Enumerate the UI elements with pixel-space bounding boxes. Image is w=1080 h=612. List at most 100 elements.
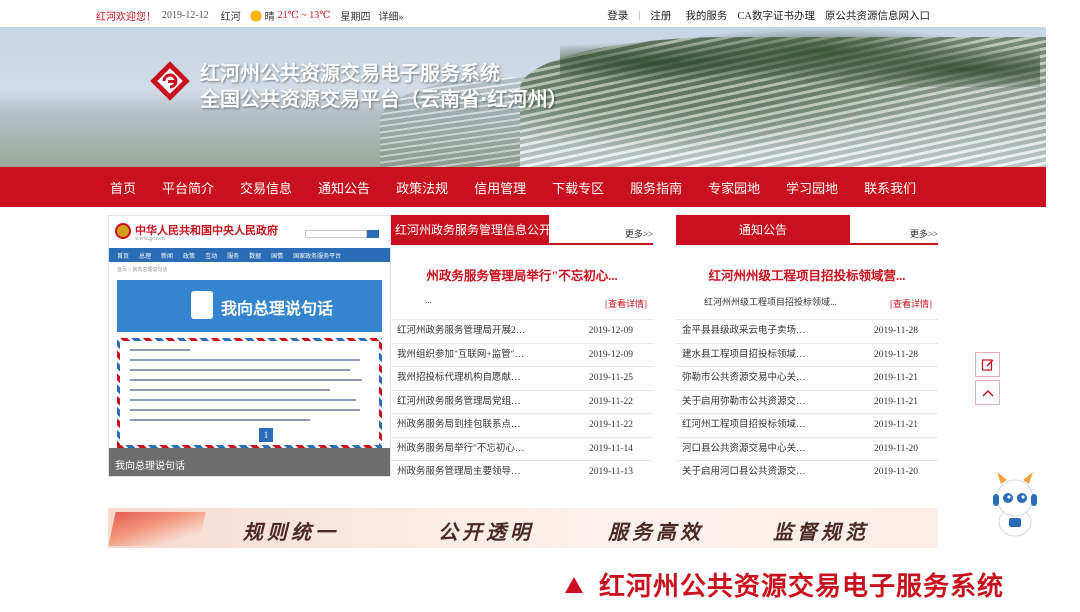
notice-view-detail[interactable]: [查看详情] <box>890 297 932 310</box>
nav-policies[interactable]: 政策法规 <box>396 178 448 197</box>
slogan-text: 监督规范 <box>773 520 869 544</box>
ca-certificate-link[interactable]: CA数字证书办理 <box>737 8 815 23</box>
gov-info-more-link[interactable]: 更多>> <box>625 227 653 240</box>
carousel-caption-text: 我向总理说句话 <box>115 461 185 472</box>
gov-info-list: 红河州政务服务管理局开展2… 2019-12-09 我州组织参加"互联网+监管"…… <box>391 319 653 484</box>
slogan-banner: 规则统一 公开透明 服务高效 监督规范 <box>108 508 938 548</box>
weather-text: 晴 <box>264 12 275 23</box>
notice-panel: 通知公告 更多>> 红河州州级工程项目招投标领域营... 红河州州级工程项目招投… <box>676 215 938 480</box>
list-item[interactable]: 金平县县级政采云电子卖场… 2019-11-28 <box>676 319 938 343</box>
nav-contact[interactable]: 联系我们 <box>864 178 916 197</box>
banner-title-line2: 全国公共资源交易平台（云南省·红河州） <box>200 87 568 111</box>
link-separator: | <box>638 10 641 21</box>
nav-platform-intro[interactable]: 平台简介 <box>162 178 214 197</box>
list-item[interactable]: 弥勒市公共资源交易中心关… 2019-11-21 <box>676 366 938 390</box>
temperature-text: 21℃ ~ 13℃ <box>277 10 331 21</box>
top-bar-info: 红河欢迎您！ 2019-12-12 红河 晴 21℃ ~ 13℃ 星期四 详细» <box>96 8 403 23</box>
gov-nav-item: 新闻 <box>161 253 174 260</box>
gov-info-tab[interactable]: 红河州政务服务管理信息公开 <box>391 215 551 245</box>
nav-downloads[interactable]: 下载专区 <box>552 178 604 197</box>
nav-notices[interactable]: 通知公告 <box>318 178 370 197</box>
carousel-page-3[interactable]: 3 <box>299 428 313 442</box>
message-banner: 我向总理说句话 <box>117 280 382 332</box>
gov-nav-item: 服务 <box>227 253 240 260</box>
legacy-portal-link[interactable]: 原公共资源信息网入口 <box>825 8 930 23</box>
gov-nav-item: 互动 <box>205 253 218 260</box>
gov-nav-item: 国情 <box>271 253 284 260</box>
gov-header: 中华人民共和国中央人民政府 www.gov.cn <box>109 216 390 248</box>
nav-credit[interactable]: 信用管理 <box>474 178 526 197</box>
list-item[interactable]: 关于启用弥勒市公共资源交… 2019-11-21 <box>676 389 938 414</box>
nav-learning[interactable]: 学习园地 <box>786 178 838 197</box>
list-item[interactable]: 红河州政务服务管理局开展2… 2019-12-09 <box>391 319 653 343</box>
gov-nav-item: 首页 <box>117 253 130 260</box>
list-item[interactable]: 红河州政务服务管理局党组… 2019-11-22 <box>391 389 653 414</box>
banner-title-line1: 红河州公共资源交易电子服务系统 <box>200 61 500 85</box>
bottom-caption-text: 红河州公共资源交易电子服务系统 <box>599 572 1005 602</box>
carousel-pager: 1 2 3 4 5 <box>259 428 353 442</box>
list-item[interactable]: 红河州工程项目招投标领域… 2019-11-21 <box>676 413 938 437</box>
list-item[interactable]: 州政务服务管理局主要领导… 2019-11-13 <box>391 460 653 484</box>
carousel-page-2[interactable]: 2 <box>279 428 293 442</box>
login-link[interactable]: 登录 <box>607 8 628 23</box>
message-banner-title: 我向总理说句话 <box>221 299 334 318</box>
header-banner: 红河州公共资源交易电子服务系统 全国公共资源交易平台（云南省·红河州） <box>0 27 1046 167</box>
gov-nav-item: 总理 <box>139 253 152 260</box>
date-text: 2019-12-12 <box>162 10 209 21</box>
back-to-top-button[interactable] <box>975 380 1000 405</box>
city-text: 红河 <box>220 12 241 23</box>
notice-headline[interactable]: 红河州州级工程项目招投标领域营... <box>676 265 938 284</box>
red-flag-decoration <box>108 512 206 546</box>
feedback-button[interactable] <box>975 352 1000 377</box>
gov-info-summary: ... <box>425 295 432 305</box>
list-item[interactable]: 我州组织参加"互联网+监管"… 2019-12-09 <box>391 342 653 367</box>
notice-more-link[interactable]: 更多>> <box>910 227 938 240</box>
slogan-text: 规则统一 <box>243 520 339 544</box>
nav-experts[interactable]: 专家园地 <box>708 178 760 197</box>
carousel-page-1[interactable]: 1 <box>259 428 273 442</box>
gov-site-url: www.gov.cn <box>135 236 165 242</box>
weather-detail-link[interactable]: 详细» <box>378 8 403 23</box>
gov-info-headline[interactable]: 州政务服务管理局举行"不忘初心... <box>391 265 653 284</box>
notice-tab[interactable]: 通知公告 <box>676 215 850 245</box>
top-bar-links: 登录 | 注册 我的服务 CA数字证书办理 原公共资源信息网入口 <box>607 8 930 23</box>
list-item[interactable]: 州政务服务局举行"不忘初心… 2019-11-14 <box>391 436 653 461</box>
list-item[interactable]: 关于启用河口县公共资源交… 2019-11-20 <box>676 460 938 484</box>
slogan-text: 服务高效 <box>608 520 704 544</box>
site-logo-icon[interactable] <box>148 59 192 103</box>
weekday-text: 星期四 <box>340 12 371 23</box>
gov-search-input <box>305 230 367 238</box>
notice-list: 金平县县级政采云电子卖场… 2019-11-28 建水县工程项目招投标领域… 201… <box>676 319 938 484</box>
promo-carousel[interactable]: 中华人民共和国中央人民政府 www.gov.cn 首页 总理 新闻 政策 互动 … <box>108 215 391 477</box>
edit-icon <box>981 359 994 371</box>
gov-nav-item: 国家政务服务平台 <box>293 253 342 260</box>
national-emblem-icon <box>115 223 131 239</box>
list-item[interactable]: 我州招投标代理机构自愿献… 2019-11-25 <box>391 366 653 390</box>
nav-service-guide[interactable]: 服务指南 <box>630 178 682 197</box>
list-item[interactable]: 河口县公共资源交易中心关… 2019-11-20 <box>676 436 938 461</box>
gov-info-view-detail[interactable]: [查看详情] <box>605 297 647 310</box>
list-item[interactable]: 建水县工程项目招投标领域… 2019-11-28 <box>676 342 938 367</box>
gov-nav-item: 数据 <box>249 253 262 260</box>
list-item[interactable]: 州政务服务局到挂包联系点… 2019-11-22 <box>391 413 653 437</box>
bottom-caption: 红河州公共资源交易电子服务系统 <box>565 566 1004 603</box>
triangle-up-icon <box>565 576 583 593</box>
my-services-link[interactable]: 我的服务 <box>685 8 727 23</box>
mascot-assistant-icon[interactable] <box>985 470 1045 540</box>
slogan-text: 公开透明 <box>438 520 534 544</box>
main-nav: 首页 平台简介 交易信息 通知公告 政策法规 信用管理 下载专区 服务指南 专家… <box>0 167 1046 207</box>
register-link[interactable]: 注册 <box>650 8 671 23</box>
gov-info-panel: 红河州政务服务管理信息公开 更多>> 州政务服务管理局举行"不忘初心... ..… <box>391 215 653 480</box>
chevron-up-icon <box>982 389 994 397</box>
nav-trade-info[interactable]: 交易信息 <box>240 178 292 197</box>
page: 红河欢迎您！ 2019-12-12 红河 晴 21℃ ~ 13℃ 星期四 详细»… <box>0 0 1080 612</box>
carousel-page-4[interactable]: 4 <box>319 428 333 442</box>
gov-nav: 首页 总理 新闻 政策 互动 服务 数据 国情 国家政务服务平台 <box>109 248 390 262</box>
gov-nav-item: 政策 <box>183 253 196 260</box>
top-bar: 红河欢迎您！ 2019-12-12 红河 晴 21℃ ~ 13℃ 星期四 详细»… <box>0 0 1080 27</box>
carousel-page-5[interactable]: 5 <box>339 428 353 442</box>
nav-home[interactable]: 首页 <box>110 178 136 197</box>
notice-summary: 红河州州级工程项目招投标领域... <box>704 297 837 307</box>
gov-breadcrumb: 首页 > 我向总理说句话 <box>117 268 168 273</box>
welcome-text: 红河欢迎您！ <box>96 12 156 23</box>
